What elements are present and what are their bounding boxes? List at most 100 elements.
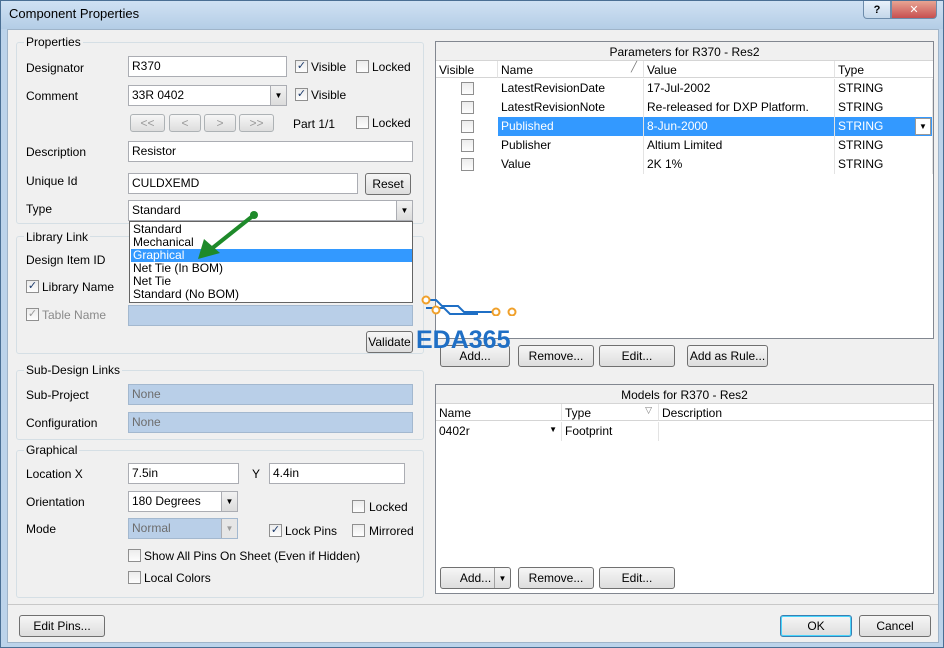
part-indicator: Part 1/1: [293, 117, 336, 131]
designator-visible-label: Visible: [311, 60, 347, 74]
mirrored-checkbox[interactable]: [352, 524, 365, 537]
graphical-locked-checkbox[interactable]: [352, 500, 365, 513]
configuration-input: None: [128, 412, 413, 433]
last-part-button[interactable]: >>: [239, 114, 274, 132]
param-visible-checkbox[interactable]: [461, 101, 474, 114]
library-link-group-label: Library Link: [24, 230, 91, 244]
param-value-cell[interactable]: 8-Jun-2000: [644, 117, 835, 136]
type-value: Standard: [132, 203, 181, 217]
table-row[interactable]: Published 8-Jun-2000 STRING ▼: [436, 117, 933, 136]
col-model-type[interactable]: Type ▽: [562, 404, 659, 421]
orientation-label: Orientation: [26, 495, 85, 509]
orientation-combo[interactable]: 180 Degrees ▼: [128, 491, 238, 512]
param-name-cell[interactable]: LatestRevisionNote: [498, 98, 644, 117]
table-row[interactable]: LatestRevisionNote Re-released for DXP Pl…: [436, 98, 933, 117]
component-properties-window: Component Properties ? ✕ Properties Desi…: [0, 0, 944, 648]
param-name-cell[interactable]: Published: [498, 117, 644, 136]
model-edit-button[interactable]: Edit...: [599, 567, 675, 589]
col-value[interactable]: Value: [644, 61, 835, 78]
orientation-value: 180 Degrees: [132, 494, 201, 508]
designator-visible-checkbox[interactable]: ✓: [295, 60, 308, 73]
param-value-cell[interactable]: Altium Limited: [644, 136, 835, 155]
model-remove-button[interactable]: Remove...: [518, 567, 594, 589]
mirrored-label: Mirrored: [369, 524, 414, 538]
param-type-cell[interactable]: STRING: [835, 136, 933, 155]
chevron-down-icon[interactable]: ▼: [915, 118, 931, 135]
model-type-cell[interactable]: Footprint: [562, 422, 659, 441]
param-remove-button[interactable]: Remove...: [518, 345, 594, 367]
type-option[interactable]: Standard (No BOM): [133, 288, 239, 301]
param-name-cell[interactable]: Value: [498, 155, 644, 174]
sort-icon: ▽: [645, 405, 652, 415]
model-name-cell[interactable]: 0402r ▼: [436, 422, 562, 441]
col-name[interactable]: Name ╱: [498, 61, 644, 78]
param-value-cell[interactable]: 2K 1%: [644, 155, 835, 174]
chevron-down-icon[interactable]: ▼: [494, 568, 510, 588]
library-name-checkbox[interactable]: ✓: [26, 280, 39, 293]
col-type[interactable]: Type: [835, 61, 933, 78]
comment-value: 33R 0402: [132, 88, 185, 102]
designator-input[interactable]: R370: [128, 56, 287, 77]
window-title: Component Properties: [9, 6, 140, 21]
ok-button[interactable]: OK: [780, 615, 852, 637]
col-model-name[interactable]: Name: [436, 404, 562, 421]
table-row[interactable]: Value 2K 1% STRING: [436, 155, 933, 174]
title-bar[interactable]: Component Properties ? ✕: [1, 1, 943, 29]
model-add-button[interactable]: Add... ▼: [440, 567, 511, 589]
description-input[interactable]: Resistor: [128, 141, 413, 162]
param-type-cell[interactable]: STRING: [835, 98, 933, 117]
part-locked-label: Locked: [372, 116, 411, 130]
cancel-button[interactable]: Cancel: [859, 615, 931, 637]
chevron-down-icon[interactable]: ▼: [270, 86, 286, 105]
col-visible[interactable]: Visible: [436, 61, 498, 78]
location-x-input[interactable]: 7.5in: [128, 463, 239, 484]
mode-label: Mode: [26, 522, 57, 536]
part-locked-checkbox[interactable]: [356, 116, 369, 129]
next-part-button[interactable]: >: [204, 114, 236, 132]
chevron-down-icon[interactable]: ▼: [221, 492, 237, 511]
param-type-cell[interactable]: STRING: [835, 79, 933, 98]
mode-combo: Normal ▼: [128, 518, 238, 539]
close-button[interactable]: ✕: [891, 1, 937, 19]
lock-pins-checkbox[interactable]: ✓: [269, 524, 282, 537]
chevron-down-icon[interactable]: ▼: [549, 425, 557, 434]
show-all-pins-checkbox[interactable]: [128, 549, 141, 562]
table-name-checkbox[interactable]: ✓: [26, 308, 39, 321]
param-value-cell[interactable]: Re-released for DXP Platform.: [644, 98, 835, 117]
help-button[interactable]: ?: [863, 1, 891, 19]
unique-id-input[interactable]: CULDXEMD: [128, 173, 358, 194]
first-part-button[interactable]: <<: [130, 114, 165, 132]
table-row[interactable]: LatestRevisionDate 17-Jul-2002 STRING: [436, 79, 933, 98]
type-dropdown-list[interactable]: Standard Mechanical Graphical Net Tie (In B…: [129, 221, 413, 303]
previous-part-button[interactable]: <: [169, 114, 201, 132]
edit-pins-button[interactable]: Edit Pins...: [19, 615, 105, 637]
comment-visible-label: Visible: [311, 88, 347, 102]
models-title: Models for R370 - Res2: [436, 385, 933, 404]
chevron-down-icon[interactable]: ▼: [396, 201, 412, 220]
validate-button[interactable]: Validate: [366, 331, 413, 353]
local-colors-checkbox[interactable]: [128, 571, 141, 584]
type-combo[interactable]: Standard ▼: [128, 200, 413, 221]
parameters-title: Parameters for R370 - Res2: [436, 42, 933, 61]
param-visible-checkbox[interactable]: [461, 120, 474, 133]
graphical-group-label: Graphical: [24, 443, 80, 457]
designator-locked-checkbox[interactable]: [356, 60, 369, 73]
sort-icon: ╱: [630, 62, 637, 73]
comment-combo[interactable]: 33R 0402 ▼: [128, 85, 287, 106]
col-model-description[interactable]: Description: [659, 404, 933, 421]
table-name-label: Table Name: [42, 308, 107, 322]
param-type-cell[interactable]: STRING: [835, 155, 933, 174]
comment-visible-checkbox[interactable]: ✓: [295, 88, 308, 101]
param-name-cell[interactable]: LatestRevisionDate: [498, 79, 644, 98]
table-row[interactable]: Publisher Altium Limited STRING: [436, 136, 933, 155]
reset-button[interactable]: Reset: [365, 173, 411, 195]
param-name-cell[interactable]: Publisher: [498, 136, 644, 155]
param-value-cell[interactable]: 17-Jul-2002: [644, 79, 835, 98]
add-as-rule-button[interactable]: Add as Rule...: [687, 345, 768, 367]
param-visible-checkbox[interactable]: [461, 139, 474, 152]
param-visible-checkbox[interactable]: [461, 82, 474, 95]
param-edit-button[interactable]: Edit...: [599, 345, 675, 367]
model-description-cell[interactable]: [659, 422, 933, 441]
location-y-input[interactable]: 4.4in: [269, 463, 405, 484]
param-visible-checkbox[interactable]: [461, 158, 474, 171]
